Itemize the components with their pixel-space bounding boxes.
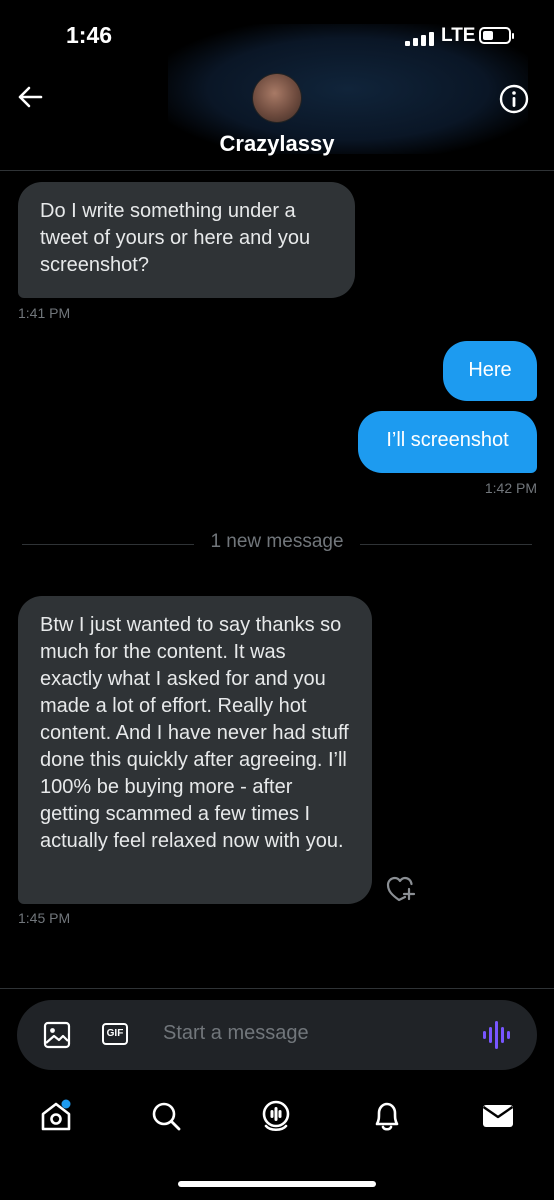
contact-avatar[interactable] bbox=[253, 74, 301, 122]
incoming-message-bubble[interactable]: Do I write something under a tweet of yo… bbox=[18, 182, 355, 298]
contact-name[interactable]: Crazylassy bbox=[0, 131, 554, 157]
image-icon[interactable] bbox=[42, 1020, 72, 1050]
spaces-icon[interactable] bbox=[258, 1098, 294, 1134]
signal-icon bbox=[405, 32, 434, 46]
message-timestamp: 1:42 PM bbox=[484, 480, 537, 496]
divider-line bbox=[22, 544, 194, 545]
gif-label: GIF bbox=[102, 1023, 128, 1045]
home-indicator bbox=[178, 1181, 376, 1187]
message-timestamp: 1:41 PM bbox=[18, 305, 71, 321]
home-badge bbox=[61, 1099, 71, 1109]
back-arrow-icon[interactable] bbox=[16, 83, 44, 111]
message-input[interactable]: Start a message bbox=[163, 1022, 309, 1045]
outgoing-message-bubble[interactable]: Here bbox=[443, 341, 537, 401]
network-label: LTE bbox=[441, 25, 476, 46]
composer-divider bbox=[0, 988, 554, 989]
battery-icon bbox=[479, 27, 514, 44]
message-timestamp: 1:45 PM bbox=[18, 910, 71, 926]
divider-line bbox=[360, 544, 532, 545]
incoming-message-bubble[interactable]: Btw I just wanted to say thanks so much … bbox=[18, 596, 372, 904]
status-time: 1:46 bbox=[66, 22, 113, 48]
search-icon[interactable] bbox=[148, 1098, 184, 1134]
react-heart-icon[interactable] bbox=[386, 874, 416, 902]
mail-icon[interactable] bbox=[480, 1098, 516, 1134]
outgoing-message-bubble[interactable]: I’ll screenshot bbox=[358, 411, 537, 473]
gif-button[interactable]: GIF bbox=[101, 1021, 131, 1049]
bell-icon[interactable] bbox=[369, 1098, 405, 1134]
new-message-divider: 1 new message bbox=[210, 531, 344, 552]
info-icon[interactable] bbox=[498, 83, 530, 115]
home-icon[interactable] bbox=[38, 1098, 74, 1134]
voice-icon[interactable] bbox=[482, 1018, 512, 1052]
